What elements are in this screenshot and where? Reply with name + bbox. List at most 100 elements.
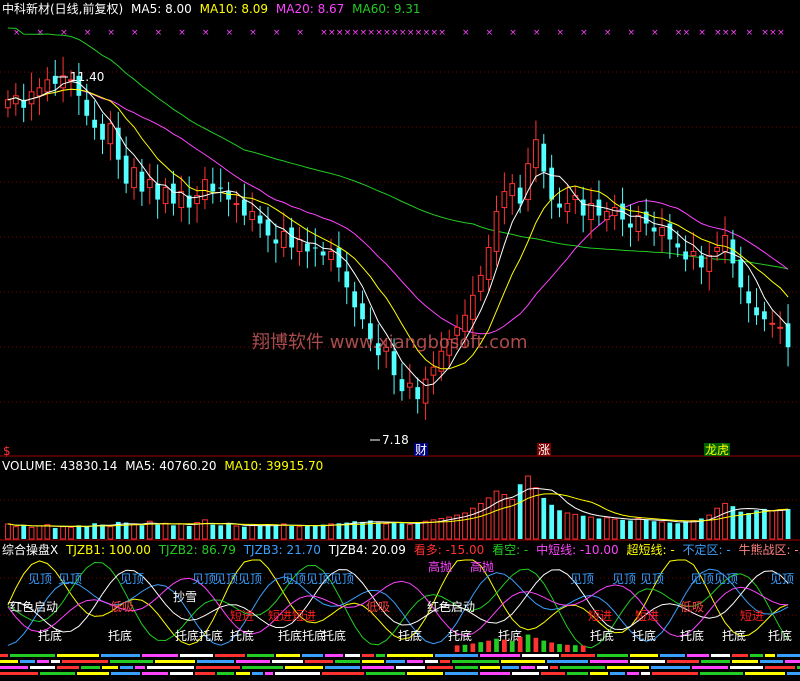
signal-strip-segment <box>195 672 215 675</box>
candle-body <box>477 274 484 292</box>
candle-body <box>139 171 145 192</box>
indicator-signal-label: 托底 <box>398 628 422 643</box>
signal-strip-segment <box>745 672 785 675</box>
signal-strip-segment <box>630 654 658 657</box>
indicator-histogram-bar <box>502 639 507 652</box>
volume-bar <box>218 525 224 539</box>
volume-bar <box>241 526 247 539</box>
signal-x-mark: × <box>415 28 423 38</box>
candle-body <box>60 75 66 89</box>
signal-strip-segment <box>550 666 558 669</box>
signal-strip-segment <box>265 672 273 675</box>
candle-body <box>651 227 657 232</box>
volume-bar <box>675 523 681 539</box>
signal-strip-segment <box>560 666 605 669</box>
signal-x-mark: × <box>297 28 305 38</box>
candle-body <box>100 123 105 140</box>
signal-strip-segment <box>196 666 240 669</box>
signal-strip-segment <box>362 654 374 657</box>
signal-strip-segment <box>10 654 55 657</box>
candle-body <box>328 250 334 260</box>
signal-strip-segment <box>480 672 510 675</box>
indicator-histogram-bar <box>494 638 499 652</box>
indicator-histogram-bar <box>454 645 460 652</box>
volume-bar <box>580 515 586 539</box>
candle-body <box>557 203 562 208</box>
volume-bar <box>280 523 287 540</box>
signal-strip-segment <box>425 660 438 663</box>
indicator-histogram-bar <box>470 643 476 652</box>
volume-bar <box>525 475 531 540</box>
volume-bar <box>651 521 657 539</box>
candle-body <box>635 215 642 233</box>
signal-strip-segment <box>236 672 250 675</box>
candle-body <box>675 243 681 248</box>
indicator-signal-label: 托底 <box>38 628 62 643</box>
volume-bar <box>320 524 326 539</box>
signal-strip-segment <box>155 660 195 663</box>
candle-body <box>777 326 784 329</box>
signal-strip-segment <box>302 654 323 657</box>
volume-bar <box>226 523 231 539</box>
volume-bar <box>100 524 105 539</box>
stock-chart[interactable]: × × × × × × × × × × × × × × × × × × × × × × × × × × × × × × × × × × × × × × × ×… <box>0 0 800 681</box>
signal-strip-segment <box>641 672 650 675</box>
signal-strip-segment <box>785 660 800 663</box>
signal-x-mark: × <box>391 28 399 38</box>
signal-strip-segment <box>521 666 535 669</box>
volume-bar <box>202 519 208 540</box>
indicator-signal-label: 低吸 <box>680 600 704 614</box>
volume-bar <box>186 526 192 539</box>
signal-strip-segment <box>730 666 763 669</box>
signal-x-mark: × <box>683 28 691 38</box>
volume-bar <box>60 526 66 540</box>
signal-strip-segment <box>610 672 625 675</box>
signal-x-mark: × <box>360 28 368 38</box>
signal-strip-segment <box>787 672 800 675</box>
signal-strip-segment <box>77 672 109 675</box>
indicator-signal-label: 托底 <box>680 628 704 643</box>
low-price-label: 7.18 <box>382 433 409 447</box>
indicator-histogram-bar <box>533 637 539 652</box>
volume-ma-lines <box>7 487 789 528</box>
signal-strip-segment <box>750 654 763 657</box>
volume-bar <box>683 521 688 539</box>
candle-body <box>462 314 468 332</box>
volume-bar <box>312 526 318 539</box>
candle-body <box>611 207 618 217</box>
candle-body <box>296 238 303 252</box>
volume-bar <box>762 508 767 539</box>
candle-body <box>517 187 523 204</box>
candle-body <box>406 382 413 388</box>
candle-body <box>754 307 759 316</box>
volume-bar <box>667 522 673 539</box>
signal-x-mark: × <box>36 28 44 38</box>
candle-body <box>722 235 728 252</box>
candle-body <box>699 255 704 268</box>
candle-body <box>226 191 231 200</box>
volume-bar <box>44 524 51 540</box>
signal-strip-segment <box>630 660 665 663</box>
volume-bar <box>296 526 303 540</box>
signal-strip-segment <box>102 666 118 669</box>
indicator-signal-label: 托底托底 <box>175 628 223 643</box>
signal-strip-segment <box>651 666 690 669</box>
ma20-line <box>7 88 789 335</box>
signal-strip-segment <box>0 666 28 669</box>
candle-body <box>352 291 358 308</box>
candle-body <box>257 215 263 224</box>
volume-bar <box>549 504 555 539</box>
signal-strip-segment <box>652 672 698 675</box>
candle-body <box>52 75 58 84</box>
candle-body <box>706 254 713 272</box>
volume-bar <box>21 525 27 539</box>
candle-body <box>280 231 287 248</box>
signal-strip-segment <box>687 654 709 657</box>
indicator-histogram-bar <box>517 636 523 652</box>
signal-strip-segment <box>501 660 545 663</box>
candle-body <box>509 183 516 197</box>
signal-strip-segment <box>62 660 108 663</box>
signal-strip-segment <box>285 666 323 669</box>
signal-x-mark: × <box>486 28 494 38</box>
volume-bar <box>493 490 500 540</box>
